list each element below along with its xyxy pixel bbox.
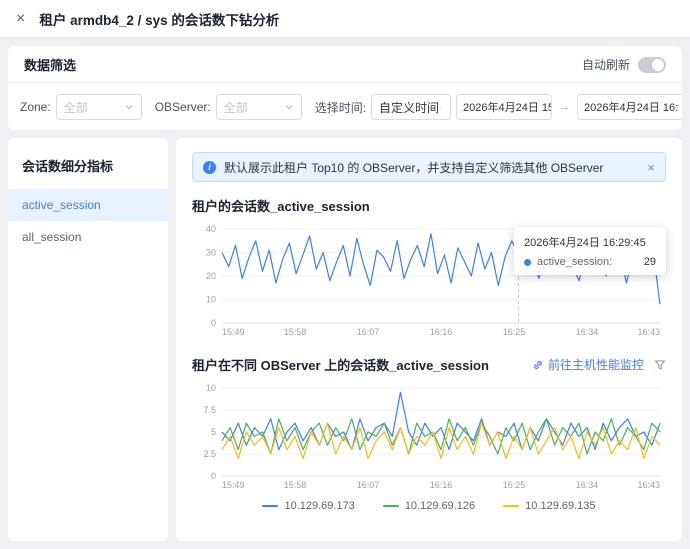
chart-tooltip: 2026年4月24日 16:29:45 active_session: 29	[514, 227, 666, 275]
time-mode-value: 自定义时间	[379, 99, 439, 116]
svg-text:2.5: 2.5	[203, 449, 216, 459]
legend-mark-icon	[262, 505, 278, 507]
sidebar-title: 会话数细分指标	[8, 150, 168, 189]
auto-refresh-toggle[interactable]	[638, 57, 666, 73]
date-start-value: 2026年4月24日 15:	[463, 99, 552, 115]
sidebar-item-active-session[interactable]: active_session	[8, 189, 168, 221]
info-icon: i	[203, 161, 216, 174]
chart2-area: 0 2.5 5 7.5 10 15:49 15:58 16:07 16:16 16:25 16:34…	[192, 380, 666, 492]
svg-text:0: 0	[211, 318, 216, 328]
main-content: i 默认展示此租户 Top10 的 OBServer，并支持自定义筛选其他 OB…	[176, 138, 682, 541]
legend-label: 10.129.69.173	[284, 500, 354, 512]
page-title: 租户 armdb4_2 / sys 的会话数下钻分析	[39, 9, 279, 29]
svg-text:10: 10	[206, 295, 216, 305]
sidebar-item-label: all_session	[22, 230, 81, 244]
link-icon	[532, 359, 544, 371]
legend-mark-icon	[503, 505, 519, 507]
sidebar-item-label: active_session	[22, 198, 101, 212]
filter-card: 数据筛选 自动刷新 Zone: 全部 OBServer: 全部 选择时间: 自定…	[8, 46, 682, 130]
date-range-start[interactable]: 2026年4月24日 15:	[456, 94, 552, 120]
time-mode-select[interactable]: 自定义时间	[371, 94, 451, 120]
svg-text:16:25: 16:25	[503, 327, 526, 337]
close-icon[interactable]: ×	[16, 11, 25, 27]
observer-label: OBServer:	[155, 100, 211, 114]
svg-text:0: 0	[211, 471, 216, 481]
chart1-title: 租户的会话数_active_session	[192, 196, 666, 215]
auto-refresh-label: 自动刷新	[582, 56, 630, 73]
filter-section-title: 数据筛选	[24, 55, 76, 74]
svg-text:16:43: 16:43	[637, 327, 660, 337]
legend-label: 10.129.69.126	[405, 500, 475, 512]
info-banner: i 默认展示此租户 Top10 的 OBServer，并支持自定义筛选其他 OB…	[192, 152, 666, 182]
observer-select[interactable]: 全部	[216, 94, 302, 120]
chart-legend: 10.129.69.173 10.129.69.126 10.129.69.13…	[192, 500, 666, 512]
legend-item[interactable]: 10.129.69.126	[383, 500, 475, 512]
svg-text:16:34: 16:34	[576, 327, 599, 337]
svg-text:7.5: 7.5	[203, 405, 216, 415]
banner-text: 默认展示此租户 Top10 的 OBServer，并支持自定义筛选其他 OBSe…	[224, 159, 603, 176]
svg-text:15:49: 15:49	[222, 327, 245, 337]
zone-select[interactable]: 全部	[56, 94, 142, 120]
svg-text:16:34: 16:34	[576, 480, 599, 490]
legend-label: 10.129.69.135	[525, 500, 595, 512]
svg-text:16:07: 16:07	[357, 327, 380, 337]
top-header: × 租户 armdb4_2 / sys 的会话数下钻分析	[0, 0, 690, 38]
range-arrow-icon: →	[559, 101, 570, 113]
observer-select-value: 全部	[224, 99, 248, 116]
svg-text:16:16: 16:16	[430, 327, 453, 337]
chevron-down-icon	[124, 102, 134, 112]
time-label: 选择时间:	[315, 99, 366, 116]
metric-sidebar: 会话数细分指标 active_session all_session	[8, 138, 168, 541]
svg-text:20: 20	[206, 271, 216, 281]
host-monitor-link[interactable]: 前往主机性能监控	[532, 356, 644, 373]
chevron-down-icon	[284, 102, 294, 112]
svg-text:15:49: 15:49	[222, 480, 245, 490]
series-dot-icon	[524, 259, 531, 266]
svg-text:10: 10	[206, 383, 216, 393]
host-monitor-link-label: 前往主机性能监控	[548, 356, 644, 373]
svg-text:5: 5	[211, 427, 216, 437]
svg-text:30: 30	[206, 248, 216, 258]
svg-text:16:16: 16:16	[430, 480, 453, 490]
chart1-area: 0 10 20 30 40 15:49 15:58 16:07 16:16 16:25 16:34 1…	[192, 221, 666, 339]
date-range-end[interactable]: 2026年4月24日 16:	[577, 94, 682, 120]
tooltip-time: 2026年4月24日 16:29:45	[524, 234, 656, 250]
banner-close-icon[interactable]: ×	[647, 160, 655, 175]
funnel-icon	[654, 359, 666, 371]
filter-funnel-button[interactable]	[654, 359, 666, 371]
sidebar-item-all-session[interactable]: all_session	[8, 221, 168, 253]
legend-mark-icon	[383, 505, 399, 507]
tooltip-value: 29	[644, 256, 656, 268]
chart2-title: 租户在不同 OBServer 上的会话数_active_session	[192, 355, 489, 374]
zone-select-value: 全部	[64, 99, 88, 116]
observer-session-chart[interactable]: 0 2.5 5 7.5 10 15:49 15:58 16:07 16:16 16:25 16:34…	[192, 380, 666, 492]
chevron-down-icon	[439, 102, 443, 112]
svg-text:16:07: 16:07	[357, 480, 380, 490]
svg-text:16:25: 16:25	[503, 480, 526, 490]
svg-text:15:58: 15:58	[284, 327, 307, 337]
svg-text:40: 40	[206, 224, 216, 234]
legend-item[interactable]: 10.129.69.135	[503, 500, 595, 512]
tooltip-series-label: active_session:	[537, 256, 612, 268]
legend-item[interactable]: 10.129.69.173	[262, 500, 354, 512]
svg-text:15:58: 15:58	[284, 480, 307, 490]
svg-text:16:43: 16:43	[637, 480, 660, 490]
date-end-value: 2026年4月24日 16:	[584, 99, 678, 115]
zone-label: Zone:	[20, 100, 51, 114]
